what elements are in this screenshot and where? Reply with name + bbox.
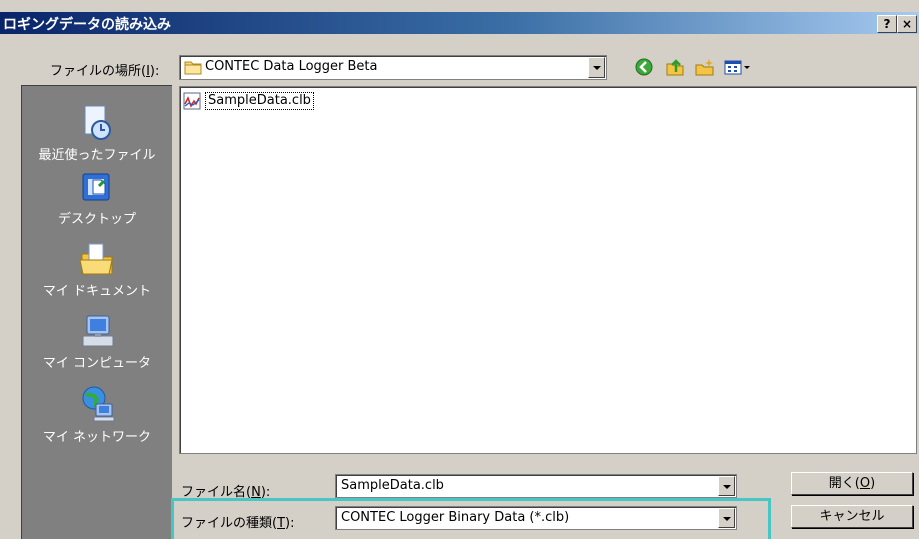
back-icon[interactable]: [633, 56, 655, 78]
file-name: SampleData.clb: [205, 92, 314, 110]
cancel-button[interactable]: キャンセル: [791, 505, 913, 528]
folder-icon: [184, 59, 202, 79]
recent-icon: [22, 104, 172, 142]
place-my-network[interactable]: マイ ネットワーク: [22, 384, 172, 445]
clb-file-icon: [183, 92, 201, 114]
open-button[interactable]: 開く(O): [791, 472, 913, 495]
close-button[interactable]: ×: [897, 15, 917, 33]
filename-value: SampleData.clb: [341, 478, 444, 493]
help-button[interactable]: ?: [877, 15, 897, 33]
file-list[interactable]: SampleData.clb: [179, 86, 917, 454]
lookin-label: ファイルの場所(I):: [50, 64, 160, 79]
lookin-combo[interactable]: CONTEC Data Logger Beta: [179, 55, 607, 80]
places-bar: 最近使ったファイル デスクトップ マイ ドキュメント マイ コンピュータ マイ …: [21, 85, 172, 539]
open-dialog: ロギングデータの読み込み ? × ファイルの場所(I): CONTEC Data…: [0, 0, 919, 539]
place-desktop[interactable]: デスクトップ: [22, 170, 172, 227]
place-my-computer[interactable]: マイ コンピュータ: [22, 314, 172, 371]
window-title: ロギングデータの読み込み: [3, 17, 171, 33]
highlight-box: [171, 498, 771, 539]
view-menu-icon[interactable]: [722, 56, 752, 78]
lookin-value: CONTEC Data Logger Beta: [205, 59, 378, 74]
my-computer-icon: [22, 314, 172, 350]
place-my-documents[interactable]: マイ ドキュメント: [22, 240, 172, 299]
my-documents-icon: [22, 240, 172, 278]
desktop-icon: [22, 170, 172, 206]
my-network-icon: [22, 384, 172, 424]
lookin-dropdown-button[interactable]: [588, 57, 605, 78]
new-folder-icon[interactable]: [694, 56, 716, 78]
up-folder-icon[interactable]: [664, 56, 686, 78]
filename-input[interactable]: SampleData.clb: [335, 474, 737, 498]
filename-dropdown-button[interactable]: [718, 476, 735, 496]
title-bar[interactable]: ロギングデータの読み込み ? ×: [0, 12, 919, 34]
place-recent[interactable]: 最近使ったファイル: [22, 104, 172, 163]
